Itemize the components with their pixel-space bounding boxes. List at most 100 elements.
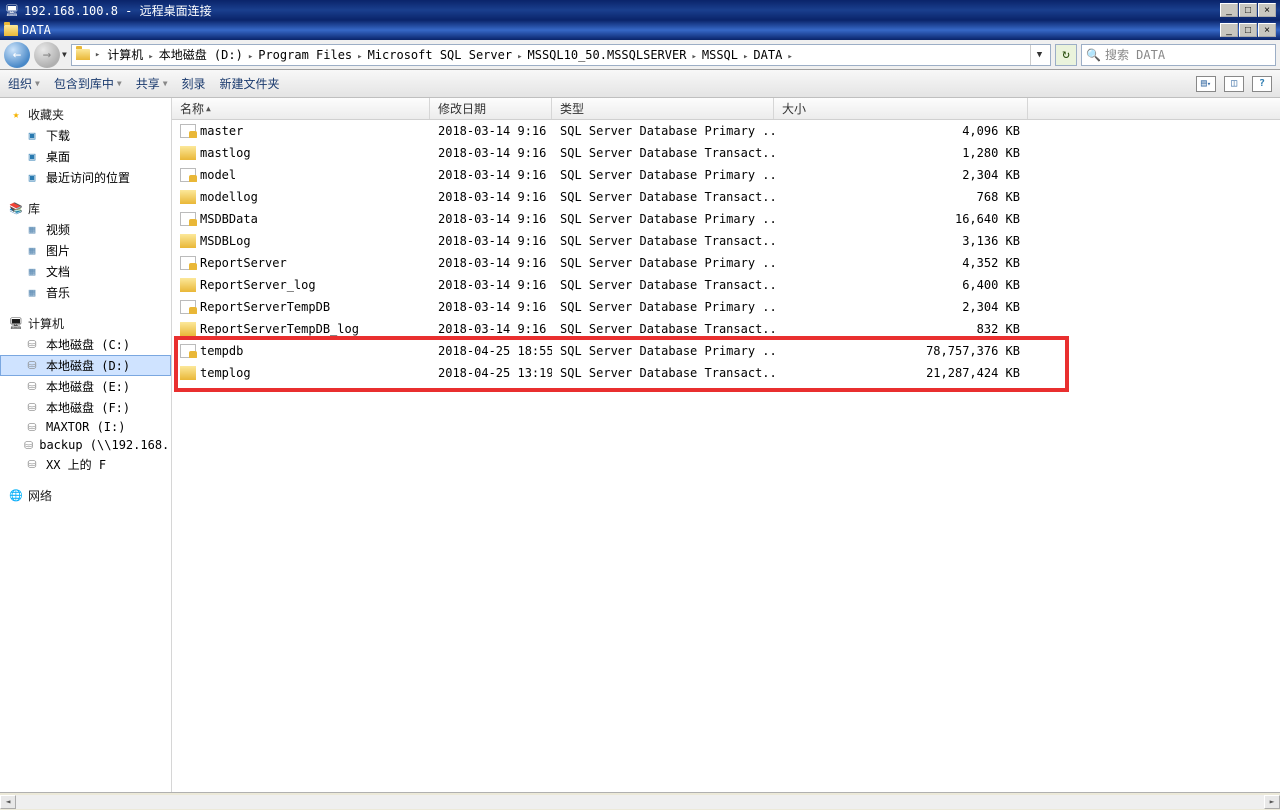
sidebar-item[interactable]: ⛁本地磁盘 (F:)	[0, 397, 171, 418]
file-size: 78,757,376 KB	[774, 344, 1028, 358]
sidebar-item[interactable]: ▣下载	[0, 125, 171, 146]
file-icon	[180, 234, 196, 248]
sidebar-item[interactable]: ⛁XX 上的 F	[0, 454, 171, 475]
file-name: master	[200, 124, 243, 138]
file-row[interactable]: ReportServer2018-03-14 9:16SQL Server Da…	[172, 252, 1280, 274]
item-icon: ▣	[24, 171, 40, 185]
sidebar-item[interactable]: ▦视频	[0, 219, 171, 240]
chevron-right-icon[interactable]: ▸	[784, 52, 795, 62]
sidebar-computer-header[interactable]: 🖥 计算机	[0, 313, 171, 334]
address-dropdown[interactable]: ▼	[1030, 45, 1048, 65]
nav-forward-button[interactable]: →	[34, 42, 60, 68]
file-row[interactable]: templog2018-04-25 13:19SQL Server Databa…	[172, 362, 1280, 384]
breadcrumb-segment[interactable]: MSSQL10_50.MSSQLSERVER	[526, 48, 689, 62]
sidebar-item[interactable]: ⛁backup (\\192.168.	[0, 436, 171, 454]
nav-back-button[interactable]: ←	[4, 42, 30, 68]
organize-menu[interactable]: 组织▼	[8, 75, 40, 92]
share-menu[interactable]: 共享▼	[136, 75, 168, 92]
chevron-right-icon[interactable]: ▸	[740, 52, 751, 62]
breadcrumb-bar[interactable]: ▸ 计算机▸本地磁盘 (D:)▸Program Files▸Microsoft …	[71, 44, 1051, 66]
file-name: ReportServerTempDB	[200, 300, 330, 314]
explorer-maximize-button[interactable]: □	[1239, 23, 1257, 37]
sidebar-item[interactable]: ▣桌面	[0, 146, 171, 167]
address-bar: ← → ▼ ▸ 计算机▸本地磁盘 (D:)▸Program Files▸Micr…	[0, 40, 1280, 70]
sidebar-favorites-header[interactable]: ★ 收藏夹	[0, 104, 171, 125]
sidebar-item[interactable]: ▦音乐	[0, 282, 171, 303]
new-folder-button[interactable]: 新建文件夹	[220, 75, 280, 92]
file-type: SQL Server Database Transact...	[552, 234, 774, 248]
file-row[interactable]: ReportServerTempDB_log2018-03-14 9:16SQL…	[172, 318, 1280, 340]
breadcrumb-segment[interactable]: 本地磁盘 (D:)	[157, 46, 245, 63]
breadcrumb-segment[interactable]: 计算机	[105, 46, 145, 63]
column-header-date[interactable]: 修改日期	[430, 98, 552, 119]
chevron-right-icon[interactable]: ▸	[92, 50, 103, 60]
view-options-button[interactable]: ▤▾	[1196, 76, 1216, 92]
rdp-maximize-button[interactable]: □	[1239, 3, 1257, 17]
scroll-left-button[interactable]: ◄	[0, 795, 16, 809]
chevron-right-icon[interactable]: ▸	[145, 52, 156, 62]
sidebar-item[interactable]: ⛁ 本地磁盘 (E:)	[0, 376, 171, 397]
file-row[interactable]: tempdb2018-04-25 18:55SQL Server Databas…	[172, 340, 1280, 362]
chevron-right-icon[interactable]: ▸	[245, 52, 256, 62]
file-size: 6,400 KB	[774, 278, 1028, 292]
nav-history-dropdown[interactable]: ▼	[62, 50, 67, 59]
scrollbar-track[interactable]	[16, 795, 1264, 809]
scroll-right-button[interactable]: ►	[1264, 795, 1280, 809]
file-name: MSDBData	[200, 212, 258, 226]
help-button[interactable]: ?	[1252, 76, 1272, 92]
column-header-name[interactable]: 名称▲	[172, 98, 430, 119]
folder-icon	[4, 25, 18, 36]
search-input[interactable]: 🔍 搜索 DATA	[1081, 44, 1276, 66]
file-icon	[180, 300, 196, 314]
sidebar-item-label: 最近访问的位置	[46, 169, 130, 186]
sidebar-item[interactable]: ▦图片	[0, 240, 171, 261]
sidebar-item[interactable]: ⛁本地磁盘 (C:)	[0, 334, 171, 355]
drive-icon: ⛁	[24, 438, 33, 452]
chevron-right-icon[interactable]: ▸	[514, 52, 525, 62]
chevron-right-icon[interactable]: ▸	[688, 52, 699, 62]
file-row[interactable]: MSDBData2018-03-14 9:16SQL Server Databa…	[172, 208, 1280, 230]
breadcrumb-segment[interactable]: MSSQL	[700, 48, 740, 62]
file-icon	[180, 256, 196, 270]
sidebar-item[interactable]: ⛁本地磁盘 (D:)	[0, 355, 171, 376]
explorer-minimize-button[interactable]: _	[1220, 23, 1238, 37]
file-size: 16,640 KB	[774, 212, 1028, 226]
sidebar-item[interactable]: ▣ 最近访问的位置	[0, 167, 171, 188]
preview-pane-button[interactable]: ◫	[1224, 76, 1244, 92]
file-icon	[180, 190, 196, 204]
explorer-close-button[interactable]: ×	[1258, 23, 1276, 37]
sidebar-item-label: 本地磁盘 (F:)	[46, 399, 130, 416]
breadcrumb-segment[interactable]: DATA	[751, 48, 784, 62]
sidebar-libraries-header[interactable]: 📚 库	[0, 198, 171, 219]
file-date: 2018-03-14 9:16	[430, 212, 552, 226]
file-row[interactable]: MSDBLog2018-03-14 9:16SQL Server Databas…	[172, 230, 1280, 252]
horizontal-scrollbar[interactable]: ◄ ►	[0, 792, 1280, 810]
sidebar-item-label: 本地磁盘 (E:)	[46, 378, 130, 395]
rdp-close-button[interactable]: ×	[1258, 3, 1276, 17]
breadcrumb-segment[interactable]: Program Files	[256, 48, 354, 62]
rdp-minimize-button[interactable]: _	[1220, 3, 1238, 17]
computer-icon: 🖥	[8, 317, 24, 331]
chevron-right-icon[interactable]: ▸	[354, 52, 365, 62]
sidebar-item[interactable]: ⛁MAXTOR (I:)	[0, 418, 171, 436]
file-row[interactable]: mastlog2018-03-14 9:16SQL Server Databas…	[172, 142, 1280, 164]
file-row[interactable]: master2018-03-14 9:16SQL Server Database…	[172, 120, 1280, 142]
file-row[interactable]: model2018-03-14 9:16SQL Server Database …	[172, 164, 1280, 186]
network-icon: 🌐	[8, 489, 24, 503]
file-row[interactable]: ReportServerTempDB2018-03-14 9:16SQL Ser…	[172, 296, 1280, 318]
file-name: modellog	[200, 190, 258, 204]
burn-button[interactable]: 刻录	[182, 75, 206, 92]
sidebar-item[interactable]: ▦文档	[0, 261, 171, 282]
drive-icon: ⛁	[24, 380, 40, 394]
sidebar-network-header[interactable]: 🌐 网络	[0, 485, 171, 506]
breadcrumb-segment[interactable]: Microsoft SQL Server	[366, 48, 515, 62]
drive-icon: ⛁	[24, 338, 40, 352]
file-size: 2,304 KB	[774, 168, 1028, 182]
include-in-library-menu[interactable]: 包含到库中▼	[54, 75, 122, 92]
column-header-size[interactable]: 大小	[774, 98, 1028, 119]
file-row[interactable]: ReportServer_log2018-03-14 9:16SQL Serve…	[172, 274, 1280, 296]
column-headers: 名称▲ 修改日期 类型 大小	[172, 98, 1280, 120]
refresh-button[interactable]: ↻	[1055, 44, 1077, 66]
file-row[interactable]: modellog2018-03-14 9:16SQL Server Databa…	[172, 186, 1280, 208]
column-header-type[interactable]: 类型	[552, 98, 774, 119]
